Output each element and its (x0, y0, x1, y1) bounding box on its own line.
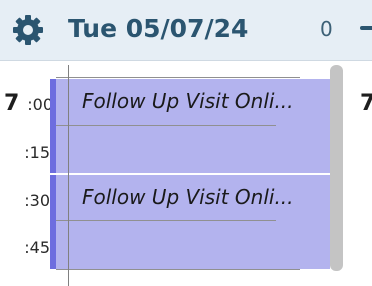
appointment-block[interactable]: Follow Up Visit Onli... (50, 175, 330, 269)
appointment-count: 0 (320, 17, 333, 41)
page-title: Tue 05/07/24 (68, 14, 249, 43)
scrollbar[interactable] (330, 65, 343, 271)
next-day-arrow-icon[interactable] (360, 26, 372, 30)
appointment-title: Follow Up Visit Onli... (82, 89, 294, 113)
gear-icon[interactable] (10, 12, 46, 48)
time-column-divider (68, 65, 69, 286)
calendar-day-view: Tue 05/07/24 0 7 :00 :15 :30 :45 Follow … (0, 0, 372, 286)
slot-divider (56, 220, 276, 221)
hour-label: 7 (4, 91, 20, 116)
day-header: Tue 05/07/24 0 (0, 0, 372, 61)
slot-divider (56, 77, 300, 78)
time-grid: 7 :00 :15 :30 :45 Follow Up Visit Onli..… (0, 61, 372, 286)
tick-label-45: :45 (24, 238, 50, 257)
tick-label-30: :30 (24, 191, 50, 210)
appointment-block[interactable]: Follow Up Visit Onli... (50, 79, 330, 173)
slot-divider (56, 269, 300, 270)
slot-divider (56, 125, 276, 126)
tick-label-15: :15 (24, 143, 50, 162)
appointment-title: Follow Up Visit Onli... (82, 185, 294, 209)
next-column-hour-label: 7 (360, 91, 372, 116)
tick-label-00: :00 (27, 95, 53, 114)
